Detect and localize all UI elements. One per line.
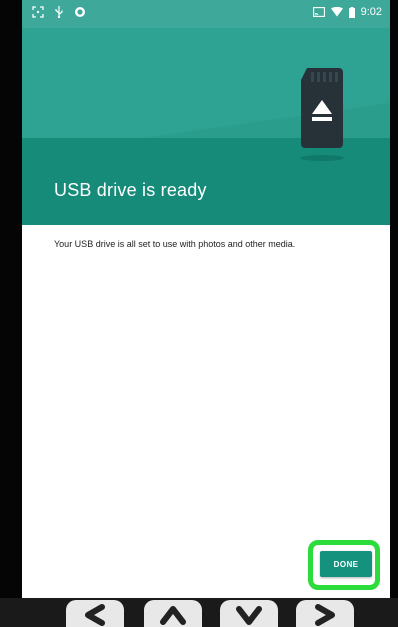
cast-icon [312,7,325,17]
nav-left-key[interactable] [66,600,124,627]
battery-icon [348,6,355,18]
status-bar: 9:02 [22,0,390,28]
status-right-icons: 9:02 [312,6,382,18]
status-left-icons [32,6,86,18]
dialog-message: Your USB drive is all set to use with ph… [54,239,296,249]
down-arrow-icon [236,606,262,625]
sd-card-eject-icon [300,68,344,161]
dialog-header: USB drive is ready [22,28,390,225]
screen: 9:02 USB drive is ready Your USB drive i… [22,0,390,598]
nav-right-key[interactable] [296,600,354,627]
usb-icon [55,6,63,18]
device-bezel-right [390,0,398,627]
wifi-icon [330,7,343,17]
up-arrow-icon [160,606,186,625]
dialog-title: USB drive is ready [54,180,207,200]
done-button[interactable]: DONE [320,551,372,577]
device-bezel-left [0,0,22,627]
left-arrow-icon [85,604,105,626]
screenshot-icon [32,6,44,18]
sd-card-illustration [297,66,347,162]
sync-icon [75,7,85,17]
nav-up-key[interactable] [144,600,202,627]
status-time: 9:02 [360,6,382,18]
right-arrow-icon [315,604,335,626]
nav-down-key[interactable] [220,600,278,627]
